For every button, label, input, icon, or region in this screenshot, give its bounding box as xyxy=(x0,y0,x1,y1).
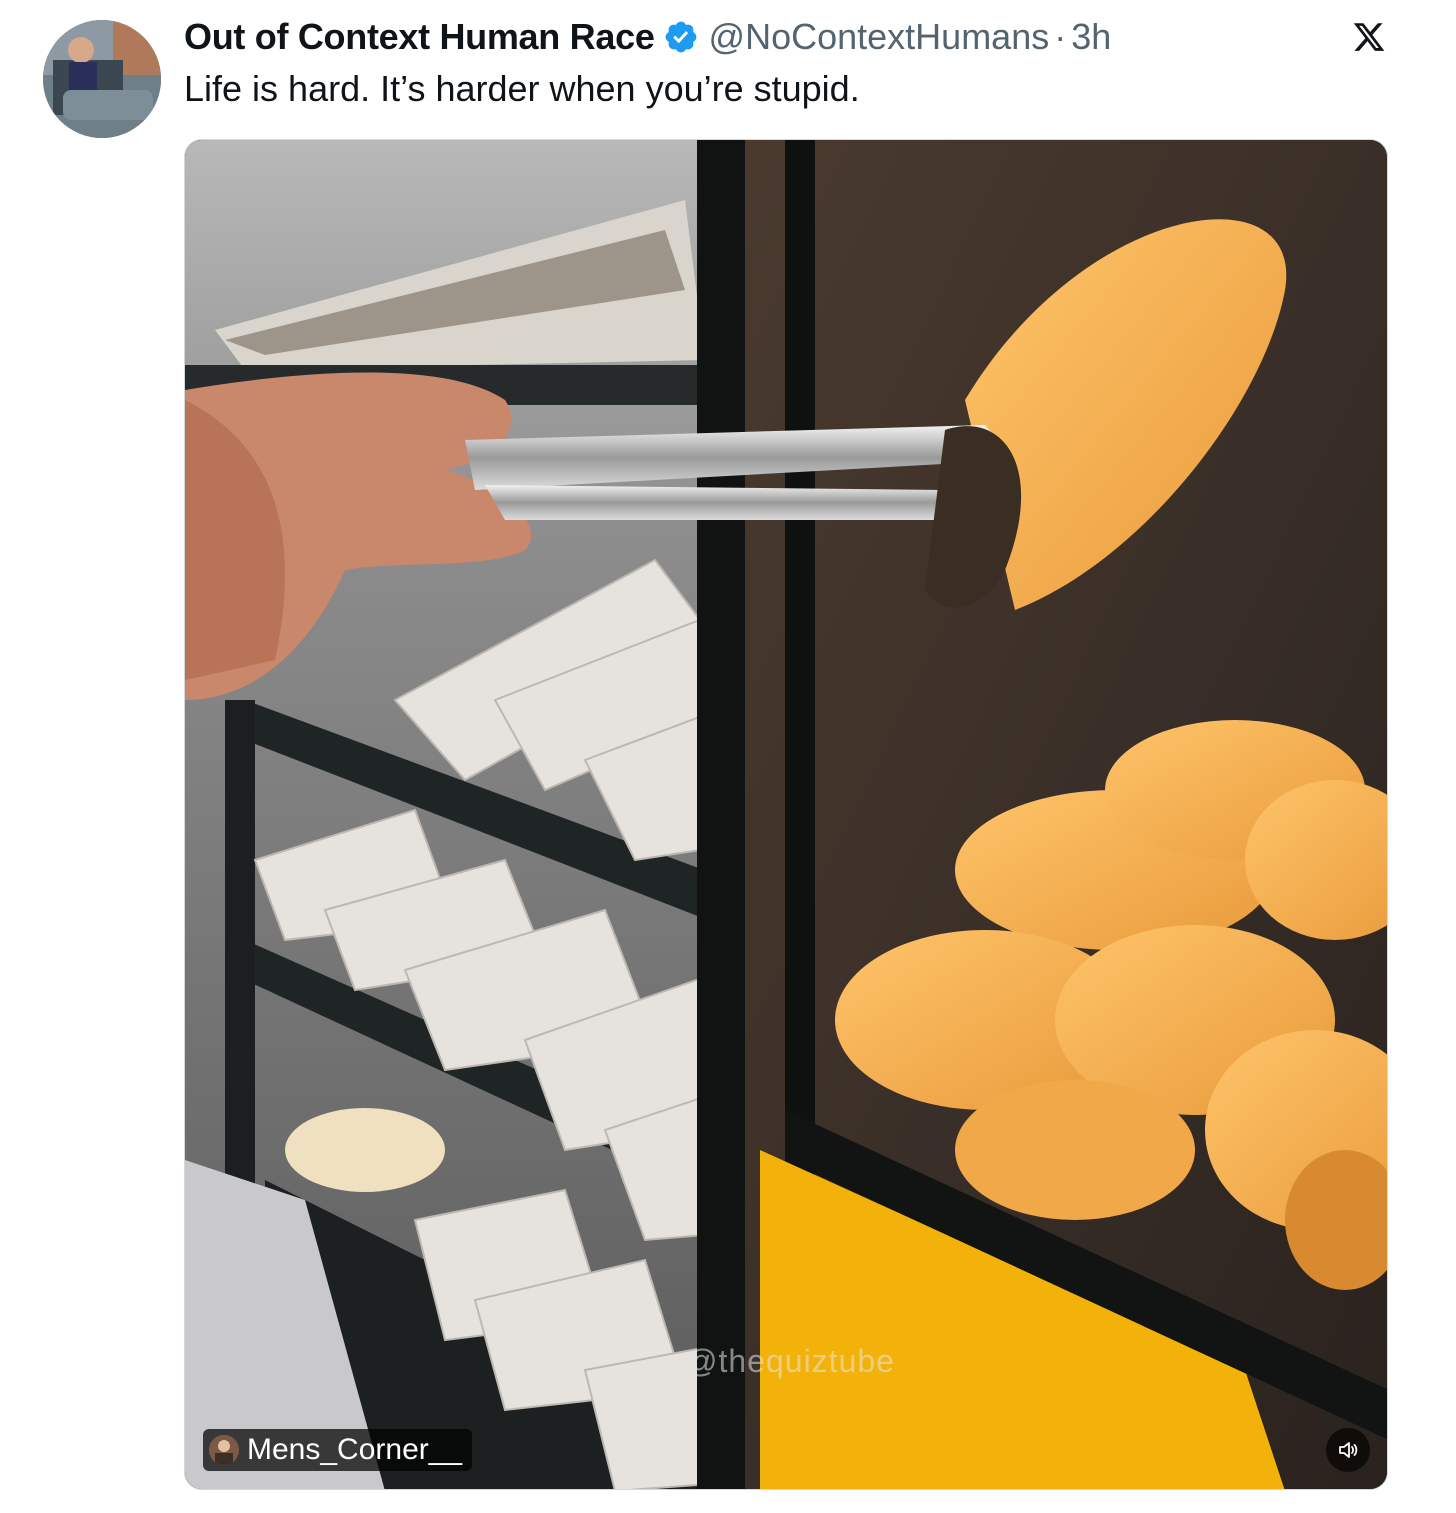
timestamp[interactable]: 3h xyxy=(1071,16,1111,58)
credit-avatar xyxy=(209,1435,239,1465)
tweet-card: Out of Context Human Race @NoContextHuma… xyxy=(0,0,1456,1513)
credit-label: Mens_Corner__ xyxy=(247,1433,463,1466)
tweet-text: Life is hard. It’s harder when you’re st… xyxy=(184,68,860,109)
tweet-video[interactable]: @thequiztube Mens_Corner__ xyxy=(184,139,1388,1490)
tweet-header: Out of Context Human Race @NoContextHuma… xyxy=(184,14,1111,60)
video-credit-badge[interactable]: Mens_Corner__ xyxy=(203,1429,473,1471)
author-avatar[interactable] xyxy=(43,20,161,138)
video-frame xyxy=(185,140,1387,1489)
separator-dot: · xyxy=(1054,16,1067,57)
x-logo-icon[interactable] xyxy=(1352,20,1386,54)
video-watermark: @thequiztube xyxy=(685,1343,895,1379)
author-handle[interactable]: @NoContextHumans xyxy=(709,16,1050,58)
verified-badge-icon xyxy=(663,19,699,55)
display-name[interactable]: Out of Context Human Race xyxy=(184,16,655,58)
volume-icon[interactable] xyxy=(1326,1428,1370,1472)
